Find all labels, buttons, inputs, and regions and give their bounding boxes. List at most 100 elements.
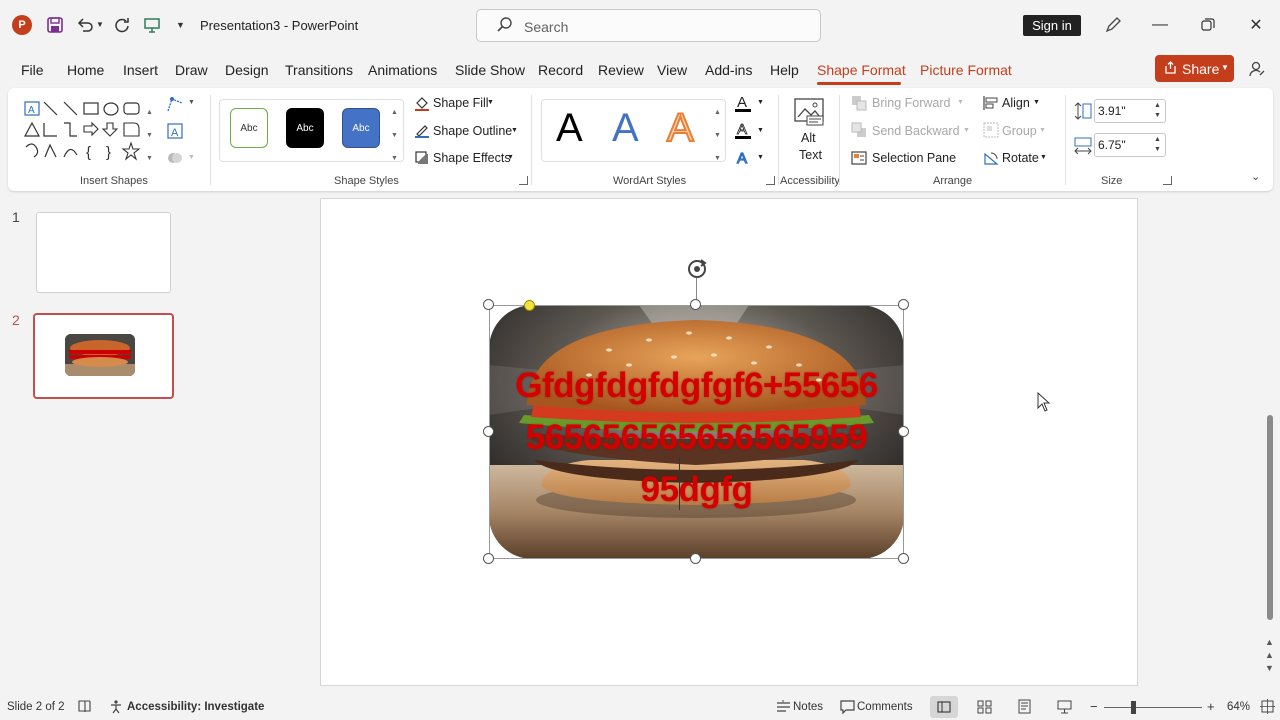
shape-fill-dropdown-icon[interactable]: ▼	[487, 99, 494, 106]
tab-view[interactable]: View	[657, 62, 687, 78]
rotate-icon[interactable]	[983, 150, 999, 169]
tab-animations[interactable]: Animations	[368, 62, 437, 78]
text-effects-dropdown-icon[interactable]: ▼	[757, 154, 764, 161]
edit-shape-icon[interactable]	[166, 95, 184, 116]
alt-text-button-line2[interactable]: Text	[799, 148, 822, 162]
shape-effects-icon[interactable]	[414, 150, 430, 169]
shape-style-blue[interactable]: Abc	[342, 108, 380, 148]
shape-effects-dropdown-icon[interactable]: ▼	[507, 154, 514, 161]
minimize-icon[interactable]: —	[1148, 13, 1172, 37]
text-fill-dropdown-icon[interactable]: ▼	[757, 99, 764, 106]
vertical-scrollbar-thumb[interactable]	[1267, 415, 1273, 620]
align-button[interactable]: Align	[1002, 96, 1030, 110]
zoom-slider-track[interactable]	[1104, 707, 1202, 708]
resize-handle-bottom-left[interactable]	[483, 553, 494, 564]
sign-in-button[interactable]: Sign in	[1023, 15, 1081, 36]
text-outline-icon[interactable]: A	[734, 120, 752, 143]
share-dropdown-icon[interactable]: ▼	[1221, 63, 1229, 72]
scroll-controls-icon[interactable]: ▲ ▲ ▼	[1265, 636, 1274, 675]
spell-check-icon[interactable]	[77, 699, 92, 717]
feedback-icon[interactable]	[1246, 58, 1268, 80]
selection-pane-icon[interactable]	[851, 150, 867, 169]
resize-handle-top[interactable]	[690, 299, 701, 310]
zoom-in-icon[interactable]: +	[1207, 699, 1215, 714]
shape-styles-scroll-icon[interactable]: ▲ ▼ ▼	[391, 101, 398, 170]
slide-thumbnail-2[interactable]	[33, 313, 174, 399]
tab-transitions[interactable]: Transitions	[285, 62, 353, 78]
tab-draw[interactable]: Draw	[175, 62, 208, 78]
shape-style-outline-green[interactable]: Abc	[230, 108, 268, 148]
text-effects-icon[interactable]: A	[734, 148, 752, 171]
shape-outline-icon[interactable]	[414, 122, 430, 141]
wordart-launcher-icon[interactable]	[766, 176, 775, 185]
search-input[interactable]: Search	[476, 9, 821, 42]
tab-insert[interactable]: Insert	[123, 62, 158, 78]
tab-shape-format[interactable]: Shape Format	[817, 62, 906, 78]
zoom-out-icon[interactable]: −	[1090, 699, 1098, 714]
accessibility-icon[interactable]	[109, 699, 124, 717]
shape-fill-icon[interactable]	[414, 95, 430, 114]
resize-handle-right[interactable]	[898, 426, 909, 437]
undo-dropdown-icon[interactable]: ▼	[96, 20, 104, 29]
shape-height-spinner-icon[interactable]: ▲ ▼	[1154, 101, 1161, 121]
resize-handle-bottom[interactable]	[690, 553, 701, 564]
zoom-slider-thumb[interactable]	[1131, 701, 1136, 714]
notes-button[interactable]: Notes	[793, 701, 823, 713]
slide-show-view-icon[interactable]	[1057, 699, 1072, 717]
restore-icon[interactable]	[1196, 13, 1220, 37]
rotate-button[interactable]: Rotate	[1002, 151, 1039, 165]
tab-picture-format[interactable]: Picture Format	[920, 62, 1012, 78]
resize-handle-top-right[interactable]	[898, 299, 909, 310]
accessibility-status[interactable]: Accessibility: Investigate	[127, 701, 264, 713]
text-box-icon[interactable]: A	[166, 122, 184, 143]
shapes-scroll-icon[interactable]: ▲ ▼ ▼	[146, 101, 156, 170]
tab-home[interactable]: Home	[67, 62, 104, 78]
customize-toolbar-icon[interactable]: ▼	[176, 20, 185, 30]
align-icon[interactable]	[983, 95, 999, 114]
present-icon[interactable]	[141, 14, 163, 36]
share-button[interactable]: Share ▼	[1155, 55, 1234, 82]
wordart-style-blue[interactable]: A	[612, 106, 639, 151]
resize-handle-left[interactable]	[483, 426, 494, 437]
comments-icon[interactable]	[840, 700, 855, 717]
resize-handle-bottom-right[interactable]	[898, 553, 909, 564]
text-fill-icon[interactable]: A	[734, 93, 752, 116]
text-outline-dropdown-icon[interactable]: ▼	[757, 127, 764, 134]
tab-slide-show[interactable]: Slide Show	[455, 62, 525, 78]
tab-file[interactable]: File	[21, 62, 44, 78]
selection-pane-button[interactable]: Selection Pane	[872, 151, 956, 165]
alt-text-icon[interactable]	[793, 97, 825, 130]
rotate-dropdown-icon[interactable]: ▼	[1040, 154, 1047, 161]
collapse-ribbon-icon[interactable]: ⌄	[1251, 170, 1260, 183]
comments-button[interactable]: Comments	[857, 701, 913, 713]
slide-thumbnail-1[interactable]	[36, 212, 171, 293]
notes-icon[interactable]	[776, 700, 791, 716]
undo-icon[interactable]	[74, 14, 96, 36]
wordart-style-orange[interactable]: A	[666, 105, 695, 151]
reading-view-icon[interactable]	[1017, 699, 1032, 717]
tab-add-ins[interactable]: Add-ins	[705, 62, 752, 78]
slide-sorter-icon[interactable]	[977, 700, 992, 717]
zoom-level[interactable]: 64%	[1227, 701, 1250, 713]
tab-record[interactable]: Record	[538, 62, 583, 78]
rotation-handle-icon[interactable]	[686, 258, 708, 283]
resize-handle-top-left[interactable]	[483, 299, 494, 310]
adjustment-handle[interactable]	[524, 300, 535, 311]
wordart-style-black[interactable]: A	[556, 106, 583, 151]
edit-shape-dropdown-icon[interactable]: ▼	[188, 99, 195, 106]
pen-icon[interactable]	[1102, 14, 1124, 36]
redo-icon[interactable]	[111, 14, 133, 36]
tab-help[interactable]: Help	[770, 62, 799, 78]
shape-styles-launcher-icon[interactable]	[519, 176, 528, 185]
size-launcher-icon[interactable]	[1163, 176, 1172, 185]
shape-width-spinner-icon[interactable]: ▲ ▼	[1154, 135, 1161, 155]
tab-review[interactable]: Review	[598, 62, 644, 78]
shape-outline-dropdown-icon[interactable]: ▼	[511, 127, 518, 134]
save-icon[interactable]	[44, 14, 66, 36]
close-icon[interactable]: ✕	[1244, 13, 1268, 37]
shape-style-black[interactable]: Abc	[286, 108, 324, 148]
shapes-gallery[interactable]: A { }	[22, 99, 152, 164]
align-dropdown-icon[interactable]: ▼	[1033, 99, 1040, 106]
alt-text-button[interactable]: Alt	[801, 131, 816, 145]
normal-view-button[interactable]	[930, 696, 958, 718]
